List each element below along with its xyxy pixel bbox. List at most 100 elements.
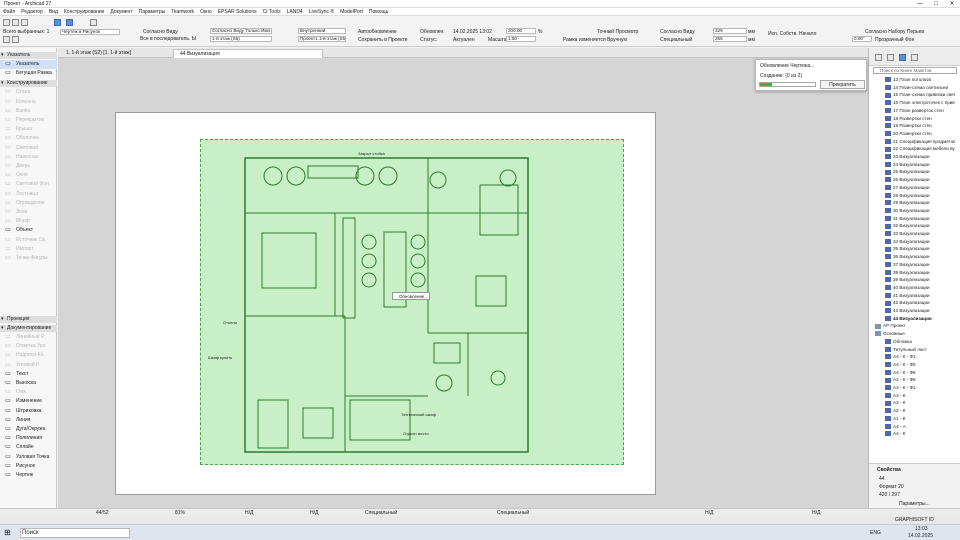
tool-item[interactable]: ▭ Крыша: [0, 125, 57, 134]
tree-item[interactable]: А4 - К - Ф8: [869, 376, 955, 384]
tree-item[interactable]: 25 Визуализации: [869, 168, 955, 176]
tree-item[interactable]: 24 Визуализации: [869, 161, 955, 169]
tree-item[interactable]: 35 Визуализации: [869, 245, 955, 253]
all-following-checkbox[interactable]: Все в последователь. Ы: [140, 36, 196, 42]
menu-ci-tools[interactable]: CI Tools: [263, 8, 281, 15]
tree-item[interactable]: 16 План электроточек с прив: [869, 99, 955, 107]
menu-teamwork[interactable]: Teamwork: [171, 8, 194, 15]
parameters-button[interactable]: Параметры...: [899, 501, 930, 507]
tool-item[interactable]: ▭ Навесная: [0, 153, 57, 162]
tree-item[interactable]: 22 Спецификация мебели ву: [869, 145, 955, 153]
tree-item[interactable]: 33 Визуализации: [869, 230, 955, 238]
clock-time[interactable]: 13:03: [915, 526, 928, 532]
tree-item[interactable]: А4 - К - Ф1: [869, 353, 955, 361]
tree-item[interactable]: А1 - К: [869, 415, 955, 423]
layout-search-input[interactable]: Поиск по Книге Макетов: [873, 67, 957, 74]
tree-item[interactable]: 41 Визуализации: [869, 292, 955, 300]
tool-item[interactable]: ▭ Бегущая Рамка: [0, 69, 57, 78]
menu-document[interactable]: Документ: [110, 8, 132, 15]
layout-book-icon[interactable]: [899, 54, 906, 61]
tree-item[interactable]: 32 Визуализации: [869, 222, 955, 230]
stop-button[interactable]: Прекратить: [820, 80, 865, 89]
snap-icon[interactable]: [66, 19, 73, 26]
save-in-project-checkbox[interactable]: Сохранить в Проекте: [358, 37, 407, 43]
tree-item[interactable]: 18 Развертки стен: [869, 115, 955, 123]
tool-item[interactable]: ▭ Изменение: [0, 397, 57, 406]
tree-item[interactable]: 19 Развертки стен: [869, 122, 955, 130]
frame-mode-select[interactable]: Рамка изменяется Вручную: [563, 37, 627, 43]
tree-item[interactable]: А4 - А: [869, 423, 955, 431]
tree-item[interactable]: 39 Визуализации: [869, 276, 955, 284]
tree-item[interactable]: 17 План разверток стен: [869, 107, 955, 115]
clock-date[interactable]: 14.02.2025: [908, 533, 933, 539]
tool-item[interactable]: ▭ Чертеж: [0, 471, 57, 480]
tool-item[interactable]: ▭ Перекрытие: [0, 116, 57, 125]
menu-window[interactable]: Окно: [200, 8, 212, 15]
geometry-icon[interactable]: [3, 36, 10, 43]
tool-item[interactable]: ▭ Рисунок: [0, 462, 57, 471]
tree-item[interactable]: 36 Визуализации: [869, 253, 955, 261]
transparent-bg-checkbox[interactable]: Прозрачный Фон: [875, 37, 914, 43]
layer-stack-icon[interactable]: [12, 36, 19, 43]
tree-item[interactable]: 20 Развертки стен: [869, 130, 955, 138]
tree-item[interactable]: 13 План потолков: [869, 76, 955, 84]
tool-item[interactable]: ▭ Выноска: [0, 379, 57, 388]
pen-set-select[interactable]: Согласно Набору Перьев: [865, 29, 924, 35]
tree-item[interactable]: 37 Визуализации: [869, 261, 955, 269]
tool-item[interactable]: ▭ Угловой Р.: [0, 361, 57, 370]
internal-select[interactable]: Внутренний: [298, 28, 346, 34]
tree-item[interactable]: 30 Визуализации: [869, 207, 955, 215]
tab-floor-plan[interactable]: 1. 1-й этаж (S2) [1. 1-й этаж]: [60, 49, 170, 58]
tree-item[interactable]: 43 Визуализации: [869, 307, 955, 315]
menu-edit[interactable]: Редактор: [21, 8, 43, 15]
menu-options[interactable]: Параметры: [139, 8, 166, 15]
tab-visualization[interactable]: 44 Визуализация: [173, 49, 323, 58]
tool-item[interactable]: ▭ Штриховка: [0, 407, 57, 416]
project-view-select[interactable]: Проект1.1-й этаж (S5): [298, 36, 346, 42]
tool-item[interactable]: ▭ Надписи-Ко.: [0, 351, 57, 360]
undo-icon[interactable]: [12, 19, 19, 26]
section-projection[interactable]: Проекция: [0, 316, 57, 323]
tree-item[interactable]: Основные: [869, 330, 955, 338]
frame-width-input[interactable]: 329: [713, 28, 747, 34]
tree-item[interactable]: А2 - К: [869, 407, 955, 415]
tool-item[interactable]: ▭ Текст: [0, 370, 57, 379]
start-icon[interactable]: ⊞: [4, 528, 11, 537]
tree-item[interactable]: 44 Визуализации: [869, 315, 955, 323]
tree-item[interactable]: А4 - К - Ф5: [869, 361, 955, 369]
menu-livesync[interactable]: LiveSync ®: [309, 8, 334, 15]
layer-select[interactable]: Чертеж в Рисунок: [60, 29, 120, 35]
tool-item[interactable]: ▭ Отметка Уро: [0, 342, 57, 351]
menu-land4[interactable]: LAND4: [287, 8, 303, 15]
taskbar-search[interactable]: Поиск: [20, 528, 130, 538]
frame-height-input[interactable]: 255: [713, 36, 747, 42]
tool-item[interactable]: ▭ Световой Фон: [0, 180, 57, 189]
tree-item[interactable]: А3 - К: [869, 399, 955, 407]
tree-item[interactable]: 21 Спецификация предметов: [869, 138, 955, 146]
view-setting-select[interactable]: Согласно Виду: [660, 29, 695, 35]
menu-help[interactable]: Помощь: [369, 8, 388, 15]
close-button[interactable]: ✕: [944, 0, 960, 8]
tool-item[interactable]: ▭ Морф: [0, 217, 57, 226]
tree-item[interactable]: 15 План-схема привязки свет: [869, 91, 955, 99]
tool-item[interactable]: ▭ Стена: [0, 88, 57, 97]
tree-item[interactable]: 23 Визуализации: [869, 153, 955, 161]
tool-item[interactable]: ▭ Объект: [0, 226, 57, 235]
graphisoft-id[interactable]: GRAPHISOFT ID: [895, 517, 934, 523]
tool-item[interactable]: ▭ Оболочка: [0, 134, 57, 143]
tree-item[interactable]: АР Проект: [869, 322, 955, 330]
tool-item[interactable]: ▭ Дверь: [0, 162, 57, 171]
tree-item[interactable]: 31 Визуализации: [869, 215, 955, 223]
angle-input[interactable]: 0.00°: [852, 36, 872, 42]
zoom-input[interactable]: 200.00: [506, 28, 536, 34]
exact-view-label[interactable]: Точный Просмотр: [597, 29, 638, 35]
menu-file[interactable]: Файл: [3, 8, 15, 15]
tree-item[interactable]: Титульный лист: [869, 346, 955, 354]
tree-item[interactable]: 14 План-схема светильни: [869, 84, 955, 92]
tool-item[interactable]: ▭ Точка Фигуры: [0, 254, 57, 263]
menu-design[interactable]: Конструирование: [64, 8, 105, 15]
language-indicator[interactable]: ENG: [870, 530, 881, 536]
tree-item[interactable]: 29 Визуализации: [869, 199, 955, 207]
tool-item[interactable]: ▭ Ограждение: [0, 199, 57, 208]
section-design[interactable]: Конструирование: [0, 80, 57, 88]
